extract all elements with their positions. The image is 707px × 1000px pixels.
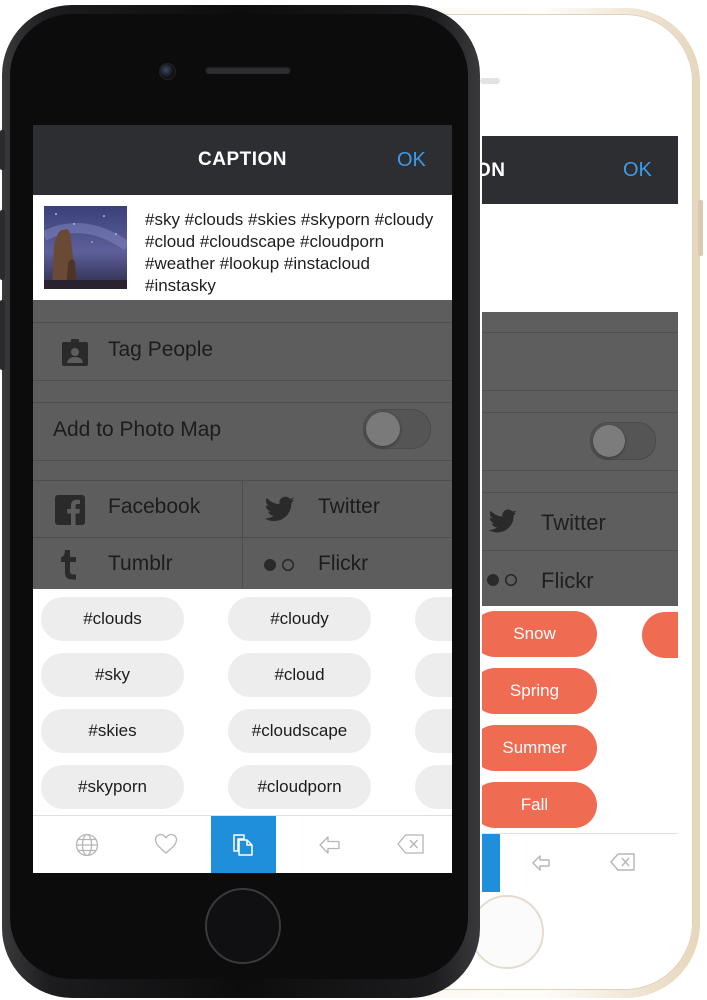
globe-icon — [75, 833, 99, 857]
twitter-label: Twitter — [318, 495, 380, 518]
favorites-button[interactable] — [134, 816, 199, 873]
caption-header: CAPTION OK — [33, 125, 452, 195]
globe-button[interactable] — [55, 816, 120, 873]
flickr-icon — [487, 573, 518, 587]
delete-button[interactable] — [377, 816, 442, 873]
photo-map-label: Add to Photo Map — [53, 418, 222, 441]
back-row-divider — [482, 390, 678, 391]
row-divider — [33, 460, 452, 461]
hashtag-pill[interactable]: #cloudporn — [228, 765, 371, 809]
share-tumblr[interactable]: Tumblr — [33, 538, 242, 589]
back-row-divider — [482, 332, 678, 333]
earpiece-speaker — [205, 66, 291, 74]
flickr-label: Flickr — [318, 552, 369, 575]
tumblr-label: Tumblr — [108, 552, 173, 575]
hashtag-picker: #clouds #sky #skies #skyporn #cloudy #cl… — [33, 589, 452, 815]
hashtag-pill[interactable]: #clouds — [41, 597, 184, 641]
hashtag-pill[interactable]: #cloudy — [228, 597, 371, 641]
share-twitter[interactable]: Twitter — [243, 481, 452, 537]
photo-thumbnail — [44, 206, 127, 289]
category-pill-partial[interactable] — [642, 612, 678, 658]
hashtag-pill-partial[interactable] — [415, 709, 452, 753]
back-row-divider — [482, 492, 678, 493]
caption-text[interactable]: #sky #clouds #skies #skyporn #cloudy #cl… — [145, 209, 445, 297]
tag-people-row[interactable]: Tag People — [33, 323, 452, 379]
back-arrow-button[interactable] — [298, 816, 363, 873]
back-row-divider — [482, 550, 678, 551]
ok-button[interactable]: OK — [397, 149, 426, 172]
twitter-icon — [488, 509, 517, 533]
front-camera — [159, 63, 176, 80]
facebook-label: Facebook — [108, 495, 201, 518]
tumblr-icon — [61, 550, 76, 580]
back-bottom-bar — [482, 833, 678, 892]
home-button[interactable] — [205, 888, 281, 964]
post-options: Tag People Add to Photo Map Facebook Twi… — [33, 300, 452, 590]
back-header: ON OK — [482, 136, 678, 204]
share-facebook[interactable]: Facebook — [33, 481, 242, 537]
share-flickr[interactable]: Flickr — [243, 538, 452, 589]
delete-icon[interactable] — [610, 852, 636, 872]
flickr-icon — [264, 558, 295, 572]
back-phone-speaker — [480, 78, 500, 84]
hashtag-pill[interactable]: #skyporn — [41, 765, 184, 809]
back-options-area — [482, 312, 678, 606]
back-twitter-label: Twitter — [541, 510, 606, 535]
mute-switch — [0, 130, 5, 170]
photo-map-toggle[interactable] — [363, 409, 431, 449]
tag-people-icon — [62, 339, 88, 366]
back-row-divider — [482, 470, 678, 471]
hashtag-pill[interactable]: #cloudscape — [228, 709, 371, 753]
volume-down-button — [0, 300, 5, 370]
back-flickr-label: Flickr — [541, 568, 594, 593]
category-pill[interactable]: Spring — [482, 668, 597, 714]
hashtag-pill-partial[interactable] — [415, 765, 452, 809]
volume-up-button — [0, 210, 5, 280]
back-phone-side-button — [698, 200, 703, 256]
delete-icon — [397, 834, 424, 854]
category-pill[interactable]: Snow — [482, 611, 597, 657]
hashtag-pill[interactable]: #cloud — [228, 653, 371, 697]
front-phone-screen: CAPTION OK #sky #clouds #skies #skyporn … — [33, 125, 452, 873]
page-title: CAPTION — [198, 149, 287, 170]
tag-people-label: Tag People — [108, 338, 214, 361]
hashtag-pill[interactable]: #skies — [41, 709, 184, 753]
hashtag-pill-partial[interactable] — [415, 597, 452, 641]
back-header-title: ON — [482, 160, 506, 181]
back-row-divider — [482, 412, 678, 413]
row-divider — [33, 380, 452, 381]
back-phone-home-button — [470, 895, 544, 969]
back-photo-map-toggle[interactable] — [590, 422, 656, 460]
facebook-icon — [55, 495, 85, 525]
back-active-tab[interactable] — [482, 834, 500, 892]
category-pill[interactable]: Fall — [482, 782, 597, 828]
toggle-knob — [366, 412, 400, 446]
caption-area: #sky #clouds #skies #skyporn #cloudy #cl… — [33, 195, 452, 300]
back-arrow-icon — [319, 836, 340, 854]
keyboard-bottom-bar — [33, 815, 452, 873]
hashtag-pill-partial[interactable] — [415, 653, 452, 697]
copy-button[interactable] — [211, 816, 276, 873]
back-arrow-icon[interactable] — [531, 852, 553, 874]
heart-icon — [154, 833, 178, 854]
back-phone-screen: ON OK Twitter Flickr Snow Spring Summer … — [482, 136, 678, 892]
category-pill[interactable]: Summer — [482, 725, 597, 771]
copy-icon — [233, 834, 253, 856]
back-ok-button[interactable]: OK — [623, 159, 652, 182]
toggle-knob — [593, 425, 625, 457]
hashtag-pill[interactable]: #sky — [41, 653, 184, 697]
twitter-icon — [264, 496, 295, 522]
